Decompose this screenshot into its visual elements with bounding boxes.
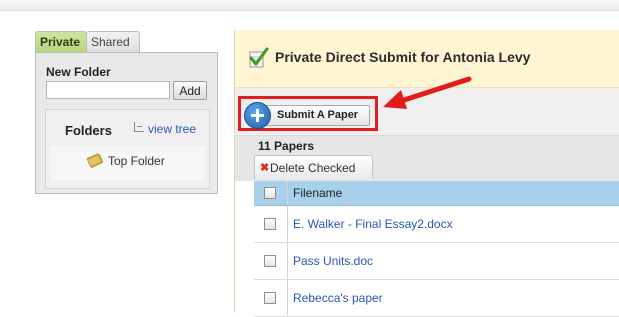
view-tree-label: view tree xyxy=(148,122,197,136)
row-checkbox-cell xyxy=(254,280,288,316)
row-checkbox[interactable] xyxy=(264,255,276,267)
new-folder-input[interactable] xyxy=(46,81,170,99)
row-checkbox-cell xyxy=(254,206,288,242)
top-folder-label: Top Folder xyxy=(108,154,165,168)
table-row: Pass Units.doc xyxy=(254,243,619,280)
main-panel: Private Direct Submit for Antonia Levy S… xyxy=(234,30,619,317)
column-header-filename[interactable]: Filename xyxy=(293,186,342,200)
papers-count: 11 Papers xyxy=(258,139,315,153)
red-arrow-icon xyxy=(383,76,472,109)
select-all-cell xyxy=(254,181,288,205)
delete-checked-label: Delete Checked xyxy=(270,161,356,175)
document-check-icon xyxy=(249,47,269,68)
select-all-checkbox[interactable] xyxy=(264,187,276,199)
row-checkbox[interactable] xyxy=(264,292,276,304)
row-checkbox[interactable] xyxy=(264,218,276,230)
table-row: Rebecca's paper xyxy=(254,280,619,317)
tree-icon xyxy=(134,122,144,132)
x-icon: ✖ xyxy=(260,162,270,174)
delete-checked-button[interactable]: ✖ Delete Checked xyxy=(254,155,373,179)
tab-private[interactable]: Private xyxy=(35,31,87,53)
tab-shared[interactable]: Shared xyxy=(86,31,140,53)
add-folder-button[interactable]: Add xyxy=(173,81,207,100)
row-checkbox-cell xyxy=(254,243,288,279)
folders-title: Folders xyxy=(65,123,112,138)
sidebar-panel: New Folder Add Folders view tree Top Fol… xyxy=(35,52,218,194)
file-link[interactable]: Pass Units.doc xyxy=(293,254,373,268)
file-link[interactable]: Rebecca's paper xyxy=(293,291,383,305)
folders-box: Folders view tree Top Folder xyxy=(45,109,210,189)
file-link[interactable]: E. Walker - Final Essay2.docx xyxy=(293,217,453,231)
folder-list-item: Top Folder xyxy=(50,146,205,180)
submit-paper-label: Submit A Paper xyxy=(277,109,359,121)
top-border xyxy=(0,0,619,11)
table-row: E. Walker - Final Essay2.docx xyxy=(254,206,619,243)
papers-bar: 11 Papers ✖ Delete Checked xyxy=(235,136,619,181)
new-folder-label: New Folder xyxy=(46,65,111,79)
top-folder-link[interactable]: Top Folder xyxy=(86,152,165,169)
folder-sidebar: Private Shared New Folder Add Folders vi… xyxy=(35,31,218,194)
page-title: Private Direct Submit for Antonia Levy xyxy=(275,49,531,65)
folder-icon xyxy=(86,152,104,169)
table-header: Filename xyxy=(254,181,619,206)
view-tree-link[interactable]: view tree xyxy=(134,122,196,136)
submit-paper-button[interactable]: Submit A Paper xyxy=(244,102,370,129)
plus-circle-icon xyxy=(244,102,271,129)
